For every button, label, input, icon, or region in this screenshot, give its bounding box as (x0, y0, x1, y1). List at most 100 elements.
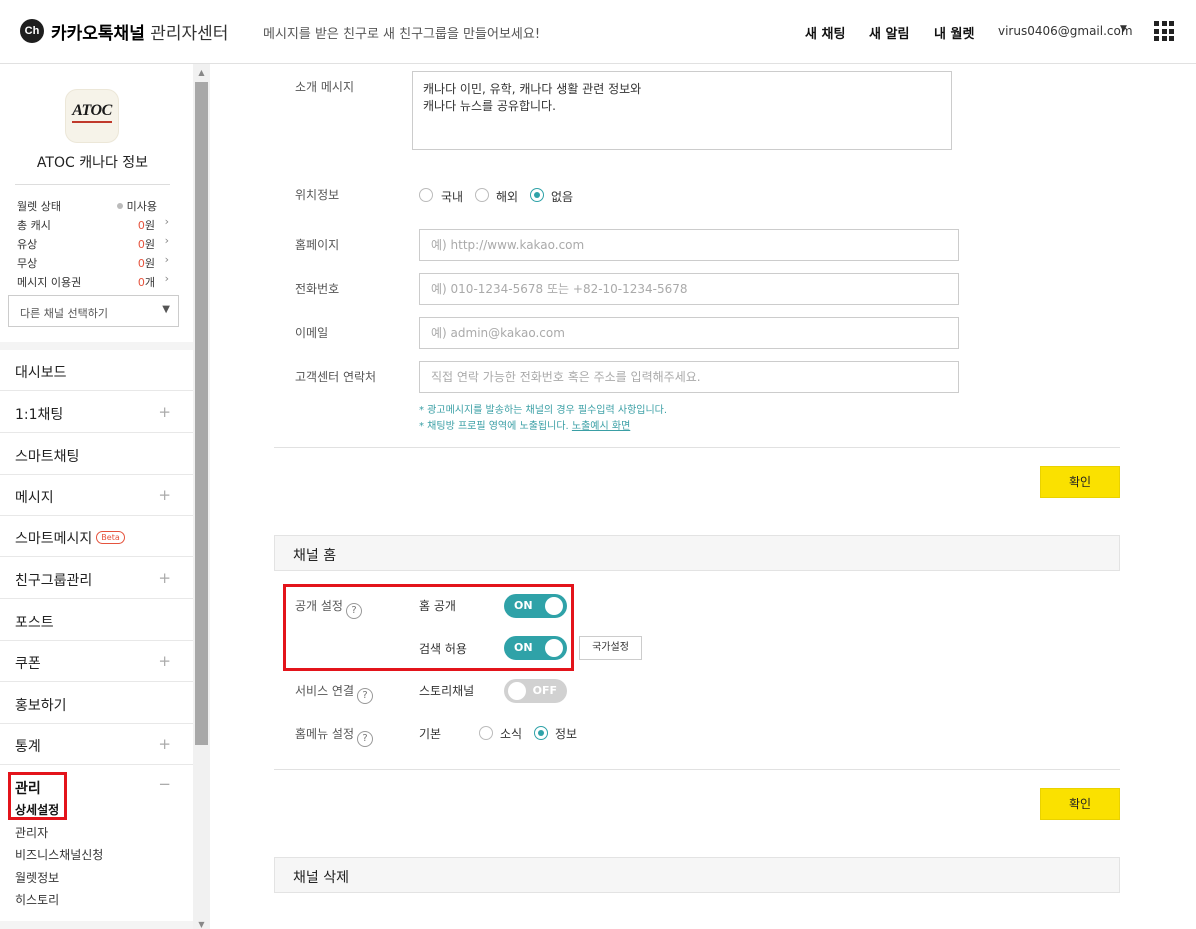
location-label: 위치정보 (295, 188, 340, 202)
header-notice[interactable]: 메시지를 받은 친구로 새 친구그룹을 만들어보세요! (263, 23, 540, 42)
annotation-highlight-box (283, 584, 574, 671)
new-chat-link[interactable]: 새 채팅 (805, 23, 845, 42)
nav-dashboard[interactable]: 대시보드 (0, 350, 193, 391)
home-menu-default-label: 기본 (419, 727, 442, 741)
wallet-total-row[interactable]: 총 캐시 0원 › (17, 215, 177, 235)
expand-plus-icon[interactable]: + (158, 403, 171, 421)
location-domestic-radio[interactable] (419, 188, 433, 202)
nav-label: 친구그룹관리 (15, 573, 93, 589)
wallet-row-value: 0원 (137, 238, 155, 251)
sidebar: ATOC ATOC 캐나다 정보 월렛 상태 미사용 총 캐시 0원 › 유상 … (0, 64, 193, 929)
nav-label: 스마트채팅 (15, 449, 80, 465)
nav-friend-group[interactable]: 친구그룹관리 + (0, 558, 193, 599)
channel-select-dropdown[interactable]: 다른 채널 선택하기 ▼ (8, 295, 179, 327)
wallet-row-label: 유상 (17, 238, 38, 251)
user-account[interactable]: virus0406@gmail.com (998, 24, 1133, 38)
help-icon[interactable]: ? (357, 731, 374, 747)
expand-plus-icon[interactable]: + (158, 569, 171, 587)
chevron-right-icon[interactable]: › (165, 272, 169, 285)
wallet-row-label: 메시지 이용권 (17, 276, 82, 289)
collapse-minus-icon[interactable]: − (158, 775, 171, 793)
expand-plus-icon[interactable]: + (158, 486, 171, 504)
chevron-right-icon[interactable]: › (165, 253, 169, 266)
nav-manage: 관리 − 상세설정 관리자 비즈니스채널신청 월렛정보 히스토리 (0, 766, 193, 921)
country-setting-button[interactable]: 국가설정 (579, 636, 642, 660)
radio-label: 정보 (555, 727, 578, 741)
divider (15, 184, 170, 185)
sidebar-scrollbar[interactable]: ▲ ▼ (193, 64, 210, 929)
chevron-right-icon[interactable]: › (165, 215, 169, 228)
homepage-input[interactable] (419, 229, 959, 261)
wallet-status-value: 미사용 (116, 198, 157, 214)
scroll-down-arrow-icon[interactable]: ▼ (193, 920, 210, 929)
nav-chat[interactable]: 1:1채팅 + (0, 392, 193, 433)
location-none-radio[interactable] (530, 188, 544, 202)
divider (274, 769, 1120, 770)
menu-news-radio[interactable] (479, 726, 493, 740)
home-menu-label: 홈메뉴 설정? (295, 725, 374, 747)
nav-smart-chat[interactable]: 스마트채팅 (0, 434, 193, 475)
wallet-row-value: 0원 (137, 257, 155, 270)
wallet-row-label: 무상 (17, 257, 38, 270)
nav-coupon[interactable]: 쿠폰 + (0, 641, 193, 682)
nav-label: 메시지 (15, 490, 54, 506)
wallet-row-value: 0개 (137, 276, 155, 289)
nav-promotion[interactable]: 홍보하기 (0, 683, 193, 724)
profile-confirm-button[interactable]: 확인 (1040, 466, 1120, 498)
nav-smart-message[interactable]: 스마트메시지 Beta (0, 516, 193, 557)
expand-plus-icon[interactable]: + (158, 735, 171, 753)
my-wallet-link[interactable]: 내 월렛 (934, 23, 974, 42)
wallet-voucher-row[interactable]: 메시지 이용권 0개 › (17, 272, 177, 292)
brand-subtitle: 관리자센터 (150, 24, 229, 44)
radio-label: 없음 (551, 190, 574, 204)
radio-label: 소식 (500, 727, 523, 741)
intro-textarea[interactable]: 캐나다 이민, 유학, 캐나다 생활 관련 정보와 캐나다 뉴스를 공유합니다. (412, 71, 952, 150)
subnav-history[interactable]: 히스토리 (15, 891, 59, 908)
caret-down-icon: ▼ (162, 304, 170, 315)
ad-required-note: * 광고메시지를 발송하는 채널의 경우 필수입력 사항입니다. (419, 405, 668, 416)
email-label: 이메일 (295, 326, 329, 340)
nav-label: 쿠폰 (15, 656, 41, 672)
scrollbar-thumb[interactable] (195, 82, 208, 745)
email-input[interactable] (419, 317, 959, 349)
story-channel-label: 스토리채널 (419, 684, 475, 698)
menu-info-radio[interactable] (534, 726, 548, 740)
subnav-business-request[interactable]: 비즈니스채널신청 (15, 846, 103, 863)
account-dropdown-icon[interactable]: ▼ (1120, 24, 1127, 34)
nav-statistics[interactable]: 통계 + (0, 724, 193, 765)
nav-label: 홍보하기 (15, 698, 67, 714)
expand-plus-icon[interactable]: + (158, 652, 171, 670)
wallet-paid-row[interactable]: 유상 0원 › (17, 234, 177, 254)
profile-logo-text: ATOC (72, 102, 112, 119)
status-dot-icon (116, 203, 123, 209)
annotation-highlight-box (8, 772, 67, 820)
new-alert-link[interactable]: 새 알림 (869, 23, 909, 42)
wallet-row-label: 총 캐시 (17, 219, 51, 232)
story-channel-toggle[interactable]: OFF (504, 679, 567, 703)
channel-logo-icon[interactable]: Ch (20, 19, 44, 43)
channel-home-confirm-button[interactable]: 확인 (1040, 788, 1120, 820)
apps-grid-icon[interactable] (1154, 21, 1174, 41)
channel-delete-header: 채널 삭제 (274, 857, 1120, 893)
radio-label: 해외 (496, 190, 519, 204)
wallet-free-row[interactable]: 무상 0원 › (17, 253, 177, 273)
phone-input[interactable] (419, 273, 959, 305)
brand-name: 카카오톡채널 (51, 24, 145, 44)
subnav-wallet-info[interactable]: 월렛정보 (15, 869, 59, 886)
service-link-label: 서비스 연결? (295, 682, 374, 704)
phone-label: 전화번호 (295, 282, 340, 296)
scroll-up-arrow-icon[interactable]: ▲ (193, 68, 210, 77)
brand-title[interactable]: 카카오톡채널 관리자센터 (51, 19, 228, 44)
nav-post[interactable]: 포스트 (0, 600, 193, 641)
nav-message[interactable]: 메시지 + (0, 475, 193, 516)
channel-select-label: 다른 채널 선택하기 (20, 307, 108, 320)
help-icon[interactable]: ? (357, 688, 374, 704)
homepage-label: 홈페이지 (295, 238, 340, 252)
exposure-example-link[interactable]: 노출예시 화면 (572, 421, 630, 432)
customer-center-input[interactable] (419, 361, 959, 393)
divider (0, 342, 193, 350)
chevron-right-icon[interactable]: › (165, 234, 169, 247)
location-overseas-radio[interactable] (475, 188, 489, 202)
nav-label: 포스트 (15, 615, 54, 631)
subnav-admins[interactable]: 관리자 (15, 824, 48, 841)
